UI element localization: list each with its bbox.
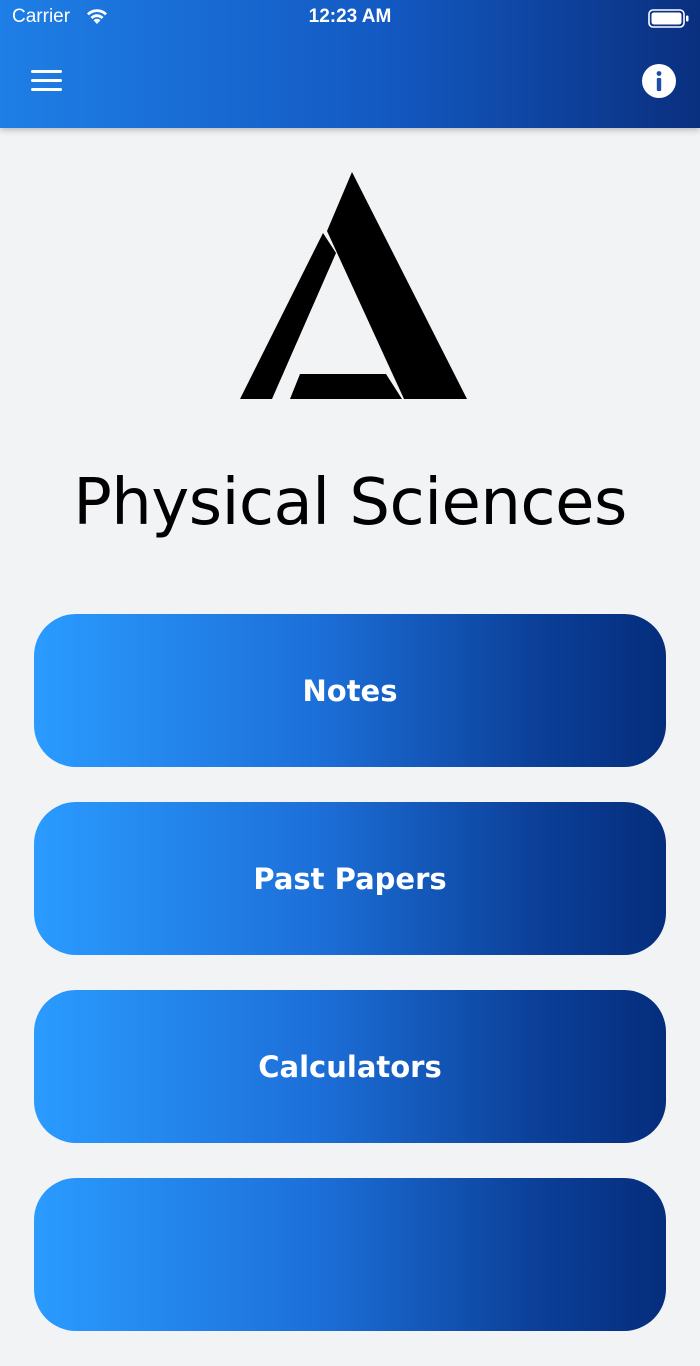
menu-button[interactable] — [28, 66, 66, 96]
status-bar: Carrier 12:23 AM — [0, 0, 700, 36]
battery-icon — [648, 9, 690, 33]
calculators-button[interactable]: Calculators — [34, 990, 666, 1143]
app-header: Carrier 12:23 AM — [0, 0, 700, 128]
info-icon — [642, 64, 676, 98]
status-time: 12:23 AM — [308, 6, 392, 27]
notes-button[interactable]: Notes — [34, 614, 666, 767]
menu-button-partial[interactable] — [34, 1178, 666, 1331]
main-menu: Notes Past Papers Calculators — [34, 614, 666, 1366]
triangle-logo-icon — [238, 170, 470, 406]
past-papers-button[interactable]: Past Papers — [34, 802, 666, 955]
app-title: Physical Sciences — [73, 466, 627, 540]
info-button[interactable] — [642, 64, 676, 98]
hamburger-menu-icon — [31, 70, 62, 91]
